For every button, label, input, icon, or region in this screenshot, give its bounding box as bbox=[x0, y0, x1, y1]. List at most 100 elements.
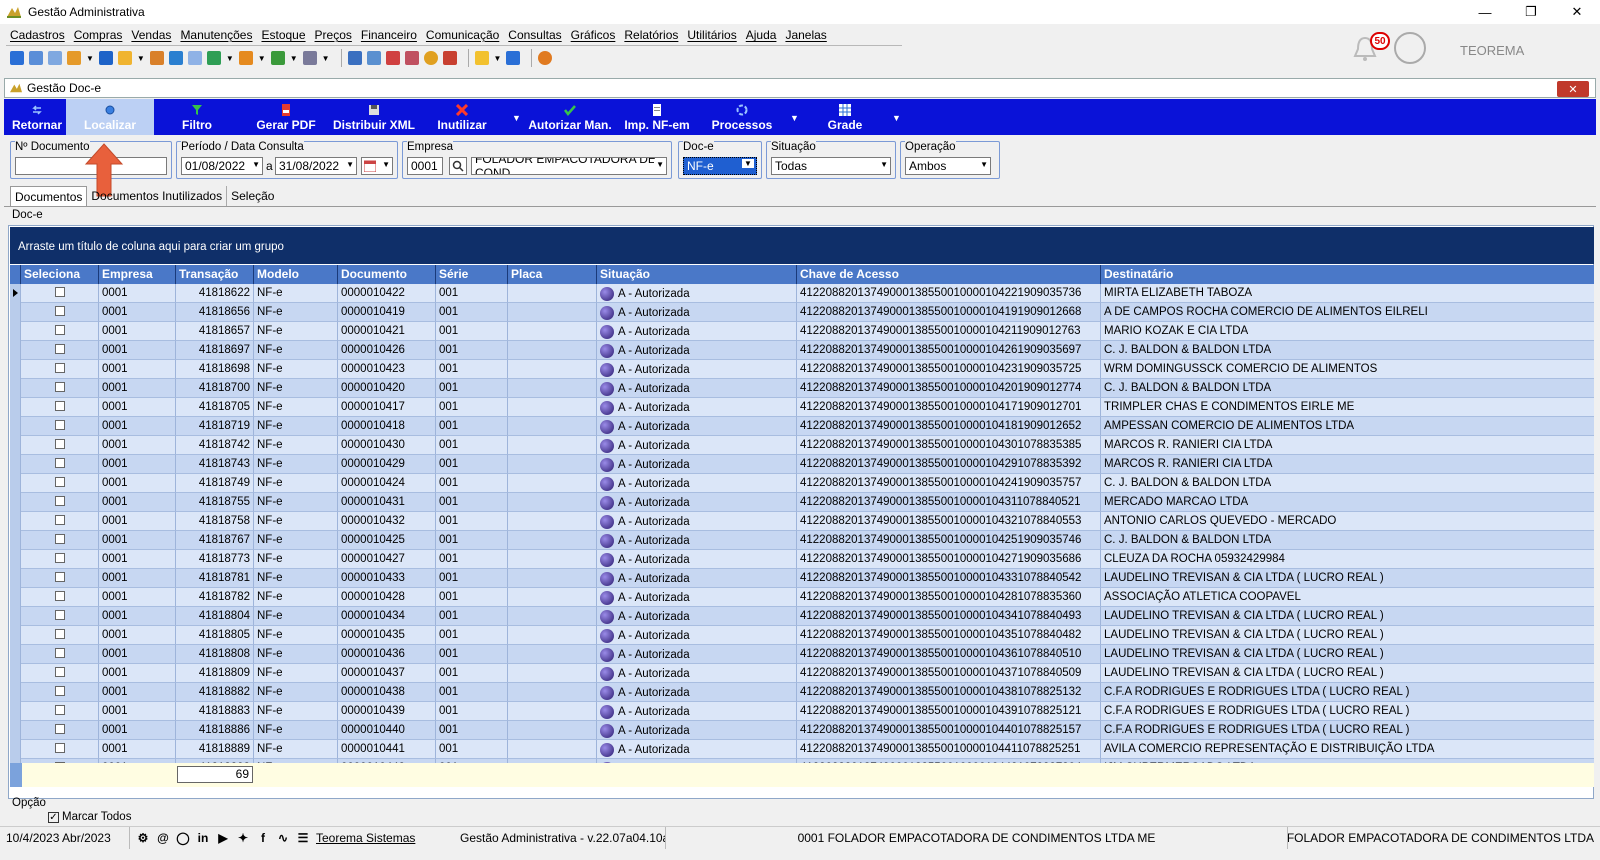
list-icon[interactable] bbox=[29, 51, 43, 65]
row-select-checkbox[interactable] bbox=[54, 344, 65, 354]
row-select-checkbox[interactable] bbox=[54, 515, 65, 525]
table-row[interactable]: 0001 41818804 NF-e 0000010434 001 A - Autoriz… bbox=[10, 607, 1594, 626]
chevron-down-icon[interactable]: ▼ bbox=[226, 54, 234, 63]
star-icon[interactable] bbox=[474, 51, 489, 65]
table-row[interactable]: 0001 41818758 NF-e 0000010432 001 A - Autoriz… bbox=[10, 512, 1594, 531]
row-select-checkbox[interactable] bbox=[54, 572, 65, 582]
row-select-checkbox[interactable] bbox=[54, 325, 65, 335]
calculator-icon[interactable] bbox=[366, 51, 381, 65]
table-row[interactable]: 0001 41818767 NF-e 0000010425 001 A - Autoriz… bbox=[10, 531, 1594, 550]
table-row[interactable]: 0001 41818883 NF-e 0000010439 001 A - Autoriz… bbox=[10, 702, 1594, 721]
checkbox-checked-icon[interactable]: ✓ bbox=[48, 811, 59, 823]
chevron-down-icon[interactable]: ▼ bbox=[880, 160, 888, 169]
menu-estoque[interactable]: Estoque bbox=[261, 28, 305, 42]
box-icon[interactable] bbox=[238, 51, 253, 65]
table-row[interactable]: 0001 41818705 NF-e 0000010417 001 A - Autoriz… bbox=[10, 398, 1594, 417]
grade-button[interactable]: Grade bbox=[818, 99, 872, 135]
cart-icon[interactable] bbox=[206, 51, 221, 65]
situacao-select[interactable]: Todas ▼ bbox=[771, 157, 891, 175]
calendar-picker-button[interactable]: ▼ bbox=[361, 157, 393, 175]
row-select-checkbox[interactable] bbox=[54, 686, 65, 696]
chevron-down-icon[interactable]: ▼ bbox=[290, 54, 298, 63]
schedule-icon[interactable] bbox=[404, 51, 419, 65]
header-documento[interactable]: Documento bbox=[338, 265, 436, 284]
marcar-todos-checkbox[interactable]: ✓ Marcar Todos bbox=[48, 811, 131, 823]
chevron-down-icon[interactable]: ▼ bbox=[86, 54, 94, 63]
menu-precos[interactable]: Preços bbox=[315, 28, 352, 42]
filtro-button[interactable]: Filtro bbox=[164, 99, 230, 135]
header-transacao[interactable]: Transação bbox=[176, 265, 254, 284]
chevron-down-icon[interactable]: ▼ bbox=[790, 113, 799, 123]
chevron-down-icon[interactable]: ▼ bbox=[512, 113, 521, 123]
table-row[interactable]: 0001 41818882 NF-e 0000010438 001 A - Autoriz… bbox=[10, 683, 1594, 702]
table-row[interactable]: 0001 41818697 NF-e 0000010426 001 A - Autoriz… bbox=[10, 341, 1594, 360]
id-card-icon[interactable] bbox=[187, 51, 202, 65]
distribuir-xml-button[interactable]: Distribuir XML bbox=[332, 99, 416, 135]
row-select-checkbox[interactable] bbox=[54, 743, 65, 753]
row-select-checkbox[interactable] bbox=[54, 306, 65, 316]
row-select-checkbox[interactable] bbox=[54, 363, 65, 373]
gerar-pdf-button[interactable]: Gerar PDF bbox=[252, 99, 320, 135]
table-row[interactable]: 0001 41818749 NF-e 0000010424 001 A - Autoriz… bbox=[10, 474, 1594, 493]
table-row[interactable]: 0001 41818755 NF-e 0000010431 001 A - Autoriz… bbox=[10, 493, 1594, 512]
row-select-checkbox[interactable] bbox=[54, 553, 65, 563]
menu-graficos[interactable]: Gráficos bbox=[571, 28, 616, 42]
header-modelo[interactable]: Modelo bbox=[254, 265, 338, 284]
chevron-down-icon[interactable]: ▼ bbox=[137, 54, 145, 63]
minimize-icon[interactable]: — bbox=[1462, 0, 1508, 24]
header-chave-acesso[interactable]: Chave de Acesso bbox=[797, 265, 1101, 284]
chevron-down-icon[interactable]: ▼ bbox=[742, 159, 754, 168]
empresa-code-input[interactable]: 0001 bbox=[407, 157, 443, 175]
save-icon[interactable] bbox=[10, 51, 24, 65]
row-select-checkbox[interactable] bbox=[54, 724, 65, 734]
menu-consultas[interactable]: Consultas bbox=[508, 28, 561, 42]
restore-icon[interactable]: ❐ bbox=[1508, 0, 1554, 24]
chevron-down-icon[interactable]: ▼ bbox=[494, 54, 502, 63]
row-select-checkbox[interactable] bbox=[54, 439, 65, 449]
close-icon[interactable]: ✕ bbox=[1554, 0, 1600, 24]
table-row[interactable]: 0001 41818743 NF-e 0000010429 001 A - Autoriz… bbox=[10, 455, 1594, 474]
company-link[interactable]: Teorema Sistemas bbox=[316, 831, 415, 845]
chevron-down-icon[interactable]: ▼ bbox=[892, 113, 901, 123]
autorizar-button[interactable]: Autorizar Man. bbox=[522, 99, 618, 135]
email-icon[interactable]: @ bbox=[156, 831, 170, 845]
table-row[interactable]: 0001 41818808 NF-e 0000010436 001 A - Autoriz… bbox=[10, 645, 1594, 664]
inutilizar-button[interactable]: Inutilizar bbox=[432, 99, 492, 135]
row-select-checkbox[interactable] bbox=[54, 496, 65, 506]
exit-icon[interactable] bbox=[506, 51, 521, 65]
doce-select[interactable]: NF-e ▼ bbox=[683, 157, 757, 175]
chevron-down-icon[interactable]: ▼ bbox=[346, 160, 354, 169]
table-row[interactable]: 0001 41818782 NF-e 0000010428 001 A - Autoriz… bbox=[10, 588, 1594, 607]
header-empresa[interactable]: Empresa bbox=[99, 265, 176, 284]
bank-icon[interactable] bbox=[168, 51, 183, 65]
header-serie[interactable]: Série bbox=[436, 265, 508, 284]
header-situacao[interactable]: Situação bbox=[597, 265, 797, 284]
row-select-checkbox[interactable] bbox=[54, 458, 65, 468]
row-select-checkbox[interactable] bbox=[54, 382, 65, 392]
chevron-down-icon[interactable]: ▼ bbox=[322, 54, 330, 63]
row-select-checkbox[interactable] bbox=[54, 610, 65, 620]
user-icon[interactable] bbox=[149, 51, 164, 65]
empresa-select[interactable]: FOLADOR EMPACOTADORA DE COND ▼ bbox=[471, 157, 667, 175]
table-row[interactable]: 0001 41818889 NF-e 0000010441 001 A - Autoriz… bbox=[10, 740, 1594, 759]
signal-icon[interactable]: ∿ bbox=[276, 831, 290, 845]
youtube-icon[interactable]: ▶ bbox=[216, 831, 230, 845]
table-row[interactable]: 0001 41818781 NF-e 0000010433 001 A - Autoriz… bbox=[10, 569, 1594, 588]
twitter-icon[interactable]: ✦ bbox=[236, 831, 250, 845]
support-icon[interactable]: ⚙ bbox=[136, 831, 150, 845]
imp-nfem-button[interactable]: Imp. NF-em bbox=[620, 99, 694, 135]
clock-icon[interactable] bbox=[423, 51, 438, 65]
header-placa[interactable]: Placa bbox=[508, 265, 597, 284]
menu-vendas[interactable]: Vendas bbox=[131, 28, 171, 42]
operacao-select[interactable]: Ambos ▼ bbox=[905, 157, 991, 175]
row-select-checkbox[interactable] bbox=[54, 401, 65, 411]
row-select-checkbox[interactable] bbox=[54, 667, 65, 677]
row-select-checkbox[interactable] bbox=[54, 648, 65, 658]
header-seleciona[interactable]: Seleciona bbox=[21, 265, 99, 284]
table-row[interactable]: 0001 41818805 NF-e 0000010435 001 A - Autoriz… bbox=[10, 626, 1594, 645]
localizar-button[interactable]: Localizar bbox=[66, 99, 154, 135]
date-to-input[interactable]: 31/08/2022 ▼ bbox=[275, 157, 357, 175]
phone-icon[interactable] bbox=[98, 51, 113, 65]
tab-selecao[interactable]: Seleção bbox=[227, 186, 278, 206]
row-select-checkbox[interactable] bbox=[54, 705, 65, 715]
